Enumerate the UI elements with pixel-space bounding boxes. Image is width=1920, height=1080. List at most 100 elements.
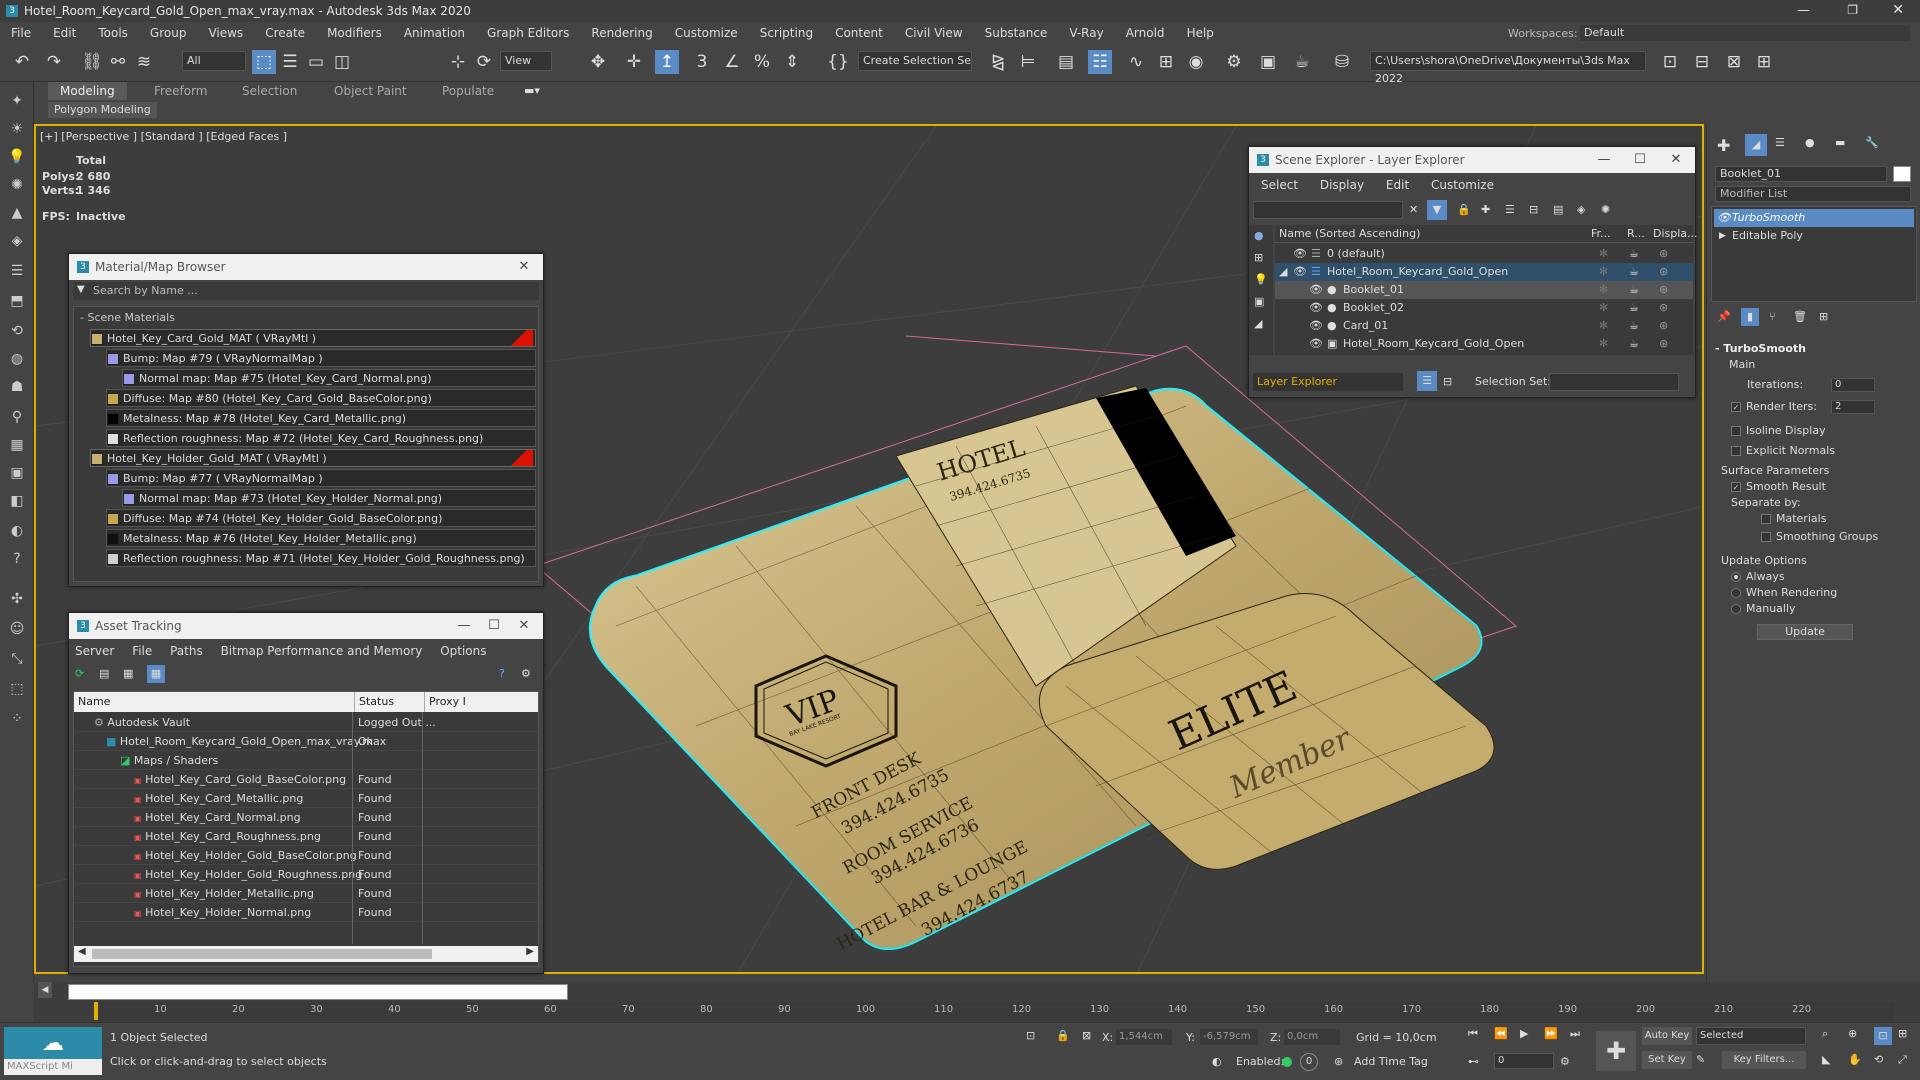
pivot-icon[interactable]: ✥ xyxy=(586,50,610,74)
select-object-icon[interactable]: ⬚ xyxy=(252,50,276,74)
select-and-rotate-icon[interactable]: ⟳ xyxy=(472,50,496,74)
key-mode-icon[interactable]: ⊷ xyxy=(1468,1055,1479,1068)
collapse-arrow-icon[interactable]: ◢ xyxy=(1279,263,1287,281)
zoom-icon[interactable]: ⌕ xyxy=(1822,1027,1828,1041)
menu-scripting[interactable]: Scripting xyxy=(749,22,824,44)
eye-icon[interactable]: 👁 xyxy=(1293,263,1307,281)
prev-frame-icon[interactable]: ⏪ xyxy=(1494,1027,1508,1040)
display-icon[interactable]: ⊛ xyxy=(1659,317,1668,335)
render-production-icon[interactable]: ☕ xyxy=(1290,50,1314,74)
material-row[interactable]: Metalness: Map #76 (Hotel_Key_Holder_Met… xyxy=(106,529,536,547)
scene-materials-group[interactable]: - Scene Materials xyxy=(80,309,175,327)
viewcube-icon[interactable]: ◧ xyxy=(8,492,26,510)
asset-row[interactable]: ▣ Hotel_Key_Holder_Normal.png Found xyxy=(74,904,538,922)
go-to-start-icon[interactable]: ⏮ xyxy=(1468,1027,1478,1041)
menu-edit[interactable]: Edit xyxy=(42,22,87,44)
material-editor-icon[interactable]: ◉ xyxy=(1184,50,1208,74)
named-selection-set-dropdown[interactable]: Create Selection Se xyxy=(858,51,972,71)
redo-icon[interactable]: ↷ xyxy=(42,50,66,74)
always-radio[interactable] xyxy=(1731,572,1741,582)
material-row[interactable]: Diffuse: Map #80 (Hotel_Key_Card_Gold_Ba… xyxy=(106,389,536,407)
freeze-icon[interactable]: ✻ xyxy=(1599,245,1608,263)
close-icon[interactable]: ✕ xyxy=(509,613,539,639)
eye-icon[interactable]: 👁 xyxy=(1309,281,1323,299)
zoom-extents-icon[interactable]: ⊡ xyxy=(1874,1027,1892,1045)
scroll-left-icon[interactable]: ◀ xyxy=(78,946,86,957)
render-iterative-icon[interactable]: ⛁ xyxy=(1330,50,1354,74)
menu-rendering[interactable]: Rendering xyxy=(580,22,663,44)
highlight-icon[interactable]: ◈ xyxy=(1577,203,1585,216)
ribbon-options-icon[interactable]: ▬▾ xyxy=(524,84,540,97)
render-teapot-icon[interactable]: ☕ xyxy=(1629,335,1639,353)
render-icon[interactable]: ◍ xyxy=(8,350,26,368)
edit-named-sets-icon[interactable]: {} xyxy=(826,50,850,74)
menu-file[interactable]: File xyxy=(0,22,42,44)
menu-vray[interactable]: V-Ray xyxy=(1058,22,1114,44)
tab-freeform[interactable]: Freeform xyxy=(142,82,219,100)
asset-row[interactable]: ▣ Hotel_Key_Card_Gold_BaseColor.png Found xyxy=(74,771,538,789)
menu-select[interactable]: Select xyxy=(1261,178,1298,192)
maxscript-listener[interactable]: MAXScript Mi xyxy=(4,1059,102,1075)
rollout-title[interactable]: - TurboSmooth xyxy=(1715,342,1806,355)
spinner-snap-icon[interactable]: ⇕ xyxy=(780,50,804,74)
update-button[interactable]: Update xyxy=(1757,624,1853,640)
enabled-value[interactable]: 0 xyxy=(1300,1053,1318,1071)
helper-icon[interactable]: ▲ xyxy=(8,204,26,222)
key-set-dropdown[interactable]: Selected xyxy=(1696,1027,1806,1045)
current-frame-field[interactable]: 0 xyxy=(1494,1053,1554,1069)
time-tag-icon[interactable]: ⊛ xyxy=(1334,1055,1343,1068)
help-icon[interactable]: ? xyxy=(8,550,26,568)
eye-icon[interactable]: 👁 xyxy=(1717,209,1731,227)
polygon-modeling-tab[interactable]: Polygon Modeling xyxy=(48,102,157,118)
asset-row[interactable]: ◪ Maps / Shaders xyxy=(74,752,538,770)
display-icon[interactable]: ⊛ xyxy=(1659,335,1668,353)
always-row[interactable]: Always xyxy=(1731,570,1785,583)
auto-key-button[interactable]: Auto Key xyxy=(1642,1027,1692,1045)
minimize-button[interactable]: — xyxy=(1797,3,1810,18)
material-row[interactable]: Bump: Map #77 ( VRayNormalMap ) xyxy=(106,469,536,487)
layers-icon[interactable]: ☰ xyxy=(1505,203,1515,216)
isoline-row[interactable]: Isoline Display xyxy=(1731,424,1826,437)
hierarchy-tab-icon[interactable]: ☰ xyxy=(1775,136,1785,149)
col-display[interactable]: Displa... xyxy=(1653,225,1698,243)
curve-editor-icon[interactable]: ∿ xyxy=(1124,50,1148,74)
tab-modeling[interactable]: Modeling xyxy=(48,82,127,100)
link-icon[interactable]: ⛓ xyxy=(80,50,104,74)
menu-modifiers[interactable]: Modifiers xyxy=(316,22,393,44)
manually-radio[interactable] xyxy=(1731,604,1741,614)
material-row[interactable]: Diffuse: Map #74 (Hotel_Key_Holder_Gold_… xyxy=(106,509,536,527)
reference-coord-dropdown[interactable]: View xyxy=(500,51,552,71)
undo-icon[interactable]: ↶ xyxy=(10,50,34,74)
show-end-result-icon[interactable]: ▮ xyxy=(1741,308,1759,326)
safe-frame-icon[interactable]: ⊞ xyxy=(1752,50,1776,74)
freeze-icon[interactable]: ✻ xyxy=(1599,335,1608,353)
menu-edit[interactable]: Edit xyxy=(1386,178,1409,192)
bulb-icon[interactable]: ⚲ xyxy=(8,408,26,426)
scene-explorer-icon[interactable]: ☷ xyxy=(1088,50,1112,74)
menu-content[interactable]: Content xyxy=(824,22,894,44)
orbit-icon[interactable]: ⟲ xyxy=(8,322,26,340)
smooth-result-row[interactable]: ✓ Smooth Result xyxy=(1731,480,1826,493)
schematic-view-icon[interactable]: ⊞ xyxy=(1154,50,1178,74)
next-frame-icon[interactable]: ⏩ xyxy=(1544,1027,1558,1040)
frame-icon[interactable]: ⊠ xyxy=(1722,50,1746,74)
timeline-prev-icon[interactable]: ◀ xyxy=(38,982,52,998)
go-to-end-icon[interactable]: ⏭ xyxy=(1570,1027,1580,1041)
time-config-icon[interactable]: ⚙ xyxy=(1560,1055,1570,1068)
col-freeze[interactable]: Fr... xyxy=(1591,225,1611,243)
menu-group[interactable]: Group xyxy=(139,22,198,44)
make-unique-icon[interactable]: ⑂ xyxy=(1769,310,1776,323)
material-row[interactable]: Normal map: Map #75 (Hotel_Key_Card_Norm… xyxy=(122,369,536,387)
grid-snap-icon[interactable]: ⁘ xyxy=(8,710,26,728)
asset-row[interactable]: ▣ Hotel_Key_Holder_Metallic.png Found xyxy=(74,885,538,903)
hierarchy-icon[interactable]: ⊟ xyxy=(1529,203,1538,216)
modify-icon[interactable]: ◈ xyxy=(8,232,26,250)
tab-populate[interactable]: Populate xyxy=(430,82,506,100)
render-frame-icon[interactable]: ▣ xyxy=(1256,50,1280,74)
freeze-icon[interactable]: ✻ xyxy=(1599,299,1608,317)
user-icon[interactable]: ☺ xyxy=(8,620,26,638)
menu-paths[interactable]: Paths xyxy=(170,644,203,658)
when-rendering-radio[interactable] xyxy=(1731,588,1741,598)
track-bar[interactable] xyxy=(94,1002,1894,1020)
layer-row[interactable]: ◢ 👁 ☰ Hotel_Room_Keycard_Gold_Open ✻ ☕ ⊛ xyxy=(1275,263,1693,281)
